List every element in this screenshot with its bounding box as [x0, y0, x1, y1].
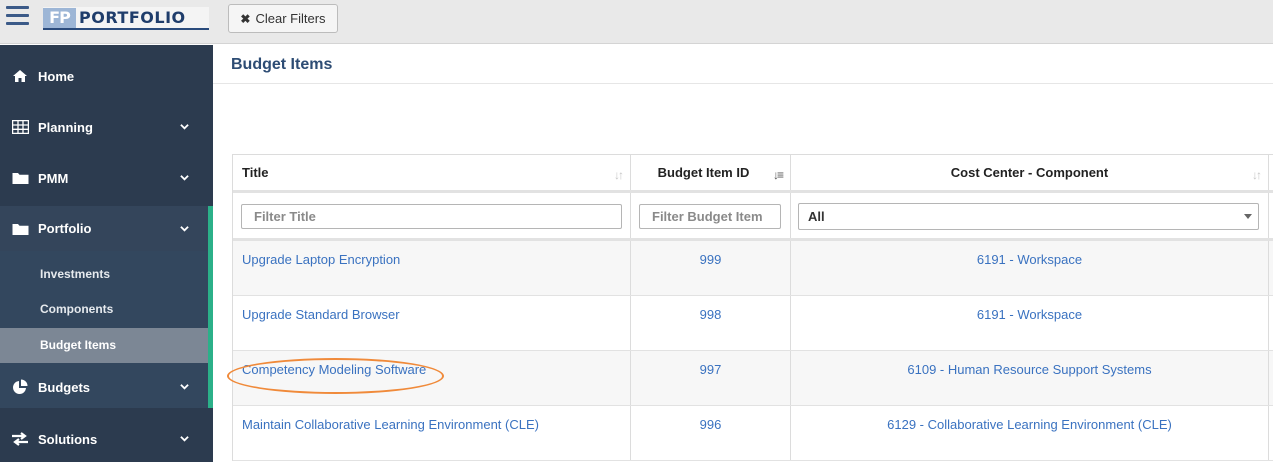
cell-title: Upgrade Standard Browser: [233, 296, 631, 350]
cell-title: Maintain Collaborative Learning Environm…: [233, 406, 631, 460]
sidebar-item-label: Home: [38, 68, 75, 84]
budget-item-title-link[interactable]: Maintain Collaborative Learning Environm…: [242, 417, 539, 432]
sidebar-subitem-budget-items[interactable]: Budget Items: [0, 328, 208, 363]
cell-cost-center: 6129 - Collaborative Learning Environmen…: [791, 406, 1269, 460]
close-icon: ✖: [240, 11, 251, 26]
chevron-down-icon: [180, 384, 189, 390]
cost-center-link[interactable]: 6109 - Human Resource Support Systems: [907, 362, 1151, 377]
cost-center-link[interactable]: 6191 - Workspace: [977, 252, 1082, 267]
folder-icon: [11, 170, 29, 186]
sidebar: Home Planning PMM Portfolio Investments …: [0, 45, 213, 462]
column-header-title[interactable]: Title ↓↑: [233, 155, 631, 190]
cell-cost-center: 6109 - Human Resource Support Systems: [791, 351, 1269, 405]
filter-cell-title: [233, 193, 631, 238]
sort-icon[interactable]: ↓↑: [614, 168, 624, 182]
cell-overflow: [1269, 296, 1273, 350]
caret-down-icon: [1244, 214, 1252, 219]
sidebar-item-label: Portfolio: [38, 221, 92, 236]
page-title: Budget Items: [231, 56, 333, 73]
cost-center-link[interactable]: 6129 - Collaborative Learning Environmen…: [887, 417, 1172, 432]
cell-id: 996: [631, 406, 791, 460]
column-header-label: Title: [242, 165, 269, 180]
divider: [213, 83, 1273, 84]
cell-title: Upgrade Laptop Encryption: [233, 241, 631, 295]
budget-item-id-link[interactable]: 997: [700, 362, 722, 377]
cell-id: 997: [631, 351, 791, 405]
cell-cost-center: 6191 - Workspace: [791, 241, 1269, 295]
column-header-label: Budget Item ID: [657, 165, 750, 180]
top-bar: FP PORTFOLIO ✖ Clear Filters: [0, 0, 1273, 44]
filter-cell-cost-center: All: [791, 193, 1269, 238]
cell-overflow: [1269, 241, 1273, 295]
cell-id: 998: [631, 296, 791, 350]
highlight-wrapper: Competency Modeling Software: [227, 358, 444, 394]
column-header-overflow: [1269, 155, 1273, 190]
home-icon: [11, 68, 29, 84]
logo-word: PORTFOLIO: [79, 8, 186, 27]
sidebar-item-pmm[interactable]: PMM: [0, 159, 213, 197]
table-row[interactable]: Competency Modeling Software 997 6109 - …: [227, 351, 1273, 406]
chevron-down-icon: [180, 225, 189, 232]
hamburger-menu-icon[interactable]: [6, 6, 30, 26]
sidebar-subitem-investments[interactable]: Investments: [0, 257, 208, 292]
cost-center-select[interactable]: All: [798, 203, 1259, 230]
exchange-icon: [11, 431, 29, 447]
app-logo[interactable]: FP PORTFOLIO: [43, 7, 209, 30]
clear-filters-button[interactable]: ✖ Clear Filters: [228, 4, 338, 33]
logo-initials: FP: [43, 7, 76, 28]
sort-icon[interactable]: ↓↑: [1252, 168, 1262, 182]
sidebar-subitem-components[interactable]: Components: [0, 292, 208, 327]
budget-item-title-link[interactable]: Upgrade Laptop Encryption: [242, 252, 400, 267]
pie-chart-icon: [11, 379, 29, 395]
table-header-row: Title ↓↑ Budget Item ID ↓≡ Cost Center -…: [233, 155, 1273, 193]
sidebar-item-planning[interactable]: Planning: [0, 108, 213, 146]
sidebar-item-label: Planning: [38, 119, 93, 135]
cost-center-link[interactable]: 6191 - Workspace: [977, 307, 1082, 322]
chevron-down-icon: [180, 124, 189, 130]
budget-item-id-link[interactable]: 998: [700, 307, 722, 322]
clear-filters-label: Clear Filters: [255, 11, 326, 26]
sidebar-item-solutions[interactable]: Solutions: [0, 420, 213, 458]
sidebar-item-home[interactable]: Home: [0, 57, 213, 95]
sidebar-item-label: PMM: [38, 170, 69, 186]
filter-cell-id: [631, 193, 791, 238]
column-header-label: Cost Center - Component: [950, 165, 1109, 180]
main-content: Budget Items Title ↓↑ Budget Item ID ↓≡ …: [213, 45, 1273, 462]
table-row[interactable]: Upgrade Standard Browser 998 6191 - Work…: [233, 296, 1273, 351]
sort-descending-icon[interactable]: ↓≡: [773, 168, 784, 182]
cell-overflow: [1269, 351, 1273, 405]
budget-items-table: Title ↓↑ Budget Item ID ↓≡ Cost Center -…: [227, 154, 1273, 461]
column-header-cost-center[interactable]: Cost Center - Component ↓↑: [791, 155, 1269, 190]
budget-item-title-link[interactable]: Upgrade Standard Browser: [242, 307, 400, 322]
cell-title: Competency Modeling Software: [227, 351, 631, 405]
cell-id: 999: [631, 241, 791, 295]
filter-title-input[interactable]: [241, 204, 622, 229]
table-icon: [11, 119, 29, 135]
sidebar-item-portfolio[interactable]: Portfolio: [0, 206, 213, 251]
sidebar-item-budgets[interactable]: Budgets: [0, 368, 213, 406]
filter-row: All: [233, 193, 1273, 241]
column-header-budget-item-id[interactable]: Budget Item ID ↓≡: [631, 155, 791, 190]
chevron-down-icon: [180, 175, 189, 181]
cost-center-select-value: All: [808, 209, 825, 224]
cell-overflow: [1269, 406, 1273, 460]
filter-cell-overflow: [1269, 193, 1273, 238]
sidebar-item-label: Budgets: [38, 379, 90, 395]
filter-budget-item-input[interactable]: [639, 204, 781, 229]
cell-cost-center: 6191 - Workspace: [791, 296, 1269, 350]
table-row[interactable]: Upgrade Laptop Encryption 999 6191 - Wor…: [233, 241, 1273, 296]
table-row[interactable]: Maintain Collaborative Learning Environm…: [233, 406, 1273, 461]
budget-item-id-link[interactable]: 999: [700, 252, 722, 267]
folder-icon: [11, 221, 29, 237]
budget-item-id-link[interactable]: 996: [700, 417, 722, 432]
budget-item-title-link[interactable]: Competency Modeling Software: [242, 362, 426, 377]
chevron-down-icon: [180, 436, 189, 442]
sidebar-item-label: Solutions: [38, 431, 98, 447]
